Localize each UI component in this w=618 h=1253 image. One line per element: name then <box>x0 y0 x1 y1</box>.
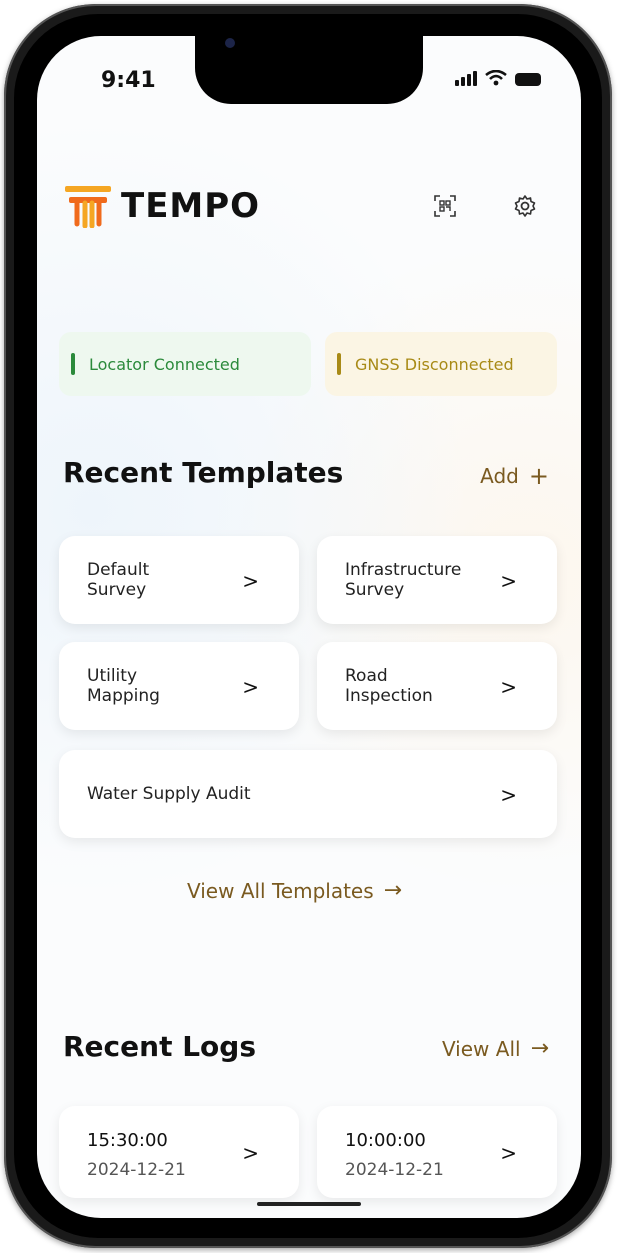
template-label: Utility Mapping <box>87 666 160 706</box>
log-date: 2024-12-21 <box>345 1160 444 1180</box>
brand-logo: TEMPO <box>65 184 260 228</box>
notch <box>195 36 423 104</box>
disconnected-indicator <box>337 353 341 375</box>
camera <box>225 38 235 48</box>
gnss-status-text: GNSS Disconnected <box>355 354 514 374</box>
qr-scan-icon <box>434 195 456 217</box>
wifi-icon <box>485 70 507 86</box>
view-all-logs-link[interactable]: View All → <box>442 1036 549 1061</box>
template-card-road-inspection[interactable]: Road Inspection > <box>317 642 557 730</box>
plus-icon: + <box>528 462 549 490</box>
recent-logs-title: Recent Logs <box>63 1030 256 1063</box>
gnss-status-badge: GNSS Disconnected <box>325 332 557 396</box>
template-card-utility-mapping[interactable]: Utility Mapping > <box>59 642 299 730</box>
chevron-right-icon: > <box>500 675 517 699</box>
chevron-right-icon: > <box>500 1141 517 1165</box>
template-card-default-survey[interactable]: Default Survey > <box>59 536 299 624</box>
template-card-infrastructure-survey[interactable]: Infrastructure Survey > <box>317 536 557 624</box>
log-card[interactable]: 10:00:00 2024-12-21 > <box>317 1106 557 1198</box>
status-time: 9:41 <box>101 68 156 93</box>
view-all-logs-label: View All <box>441 1036 521 1061</box>
status-icons <box>455 70 541 86</box>
log-date: 2024-12-21 <box>87 1160 186 1180</box>
brand-name: TEMPO <box>121 186 261 226</box>
chevron-right-icon: > <box>242 675 259 699</box>
view-all-templates-label: View All Templates <box>187 878 374 903</box>
chevron-right-icon: > <box>242 569 259 593</box>
arrow-right-icon: → <box>530 1036 549 1061</box>
add-template-button[interactable]: Add + <box>480 462 549 490</box>
locator-status-badge: Locator Connected <box>59 332 311 396</box>
template-card-water-supply-audit[interactable]: Water Supply Audit > <box>59 750 557 838</box>
arrow-right-icon: → <box>383 878 403 903</box>
view-all-templates-link[interactable]: View All Templates → <box>187 878 402 903</box>
add-label: Add <box>480 464 519 488</box>
log-card[interactable]: 15:30:00 2024-12-21 > <box>59 1106 299 1198</box>
tempo-logo-icon <box>65 186 111 228</box>
template-label: Infrastructure Survey <box>345 560 462 600</box>
chevron-right-icon: > <box>500 783 517 807</box>
template-label: Road Inspection <box>345 666 433 706</box>
log-time: 15:30:00 <box>87 1130 168 1151</box>
chevron-right-icon: > <box>242 1141 259 1165</box>
recent-templates-title: Recent Templates <box>63 456 344 489</box>
template-label: Default Survey <box>87 560 150 600</box>
template-label: Water Supply Audit <box>87 784 251 804</box>
signal-icon <box>455 71 477 86</box>
connected-indicator <box>71 353 75 375</box>
gear-icon <box>514 195 536 217</box>
scan-qr-button[interactable] <box>431 192 459 220</box>
log-time: 10:00:00 <box>345 1130 426 1151</box>
settings-button[interactable] <box>511 192 539 220</box>
app-header: TEMPO <box>65 184 555 232</box>
locator-status-text: Locator Connected <box>89 354 240 374</box>
app-screen: 9:41 TEMPO Locator Connected GNSS Discon… <box>37 36 581 1218</box>
home-indicator[interactable] <box>257 1202 361 1206</box>
battery-icon <box>515 73 541 86</box>
chevron-right-icon: > <box>500 569 517 593</box>
